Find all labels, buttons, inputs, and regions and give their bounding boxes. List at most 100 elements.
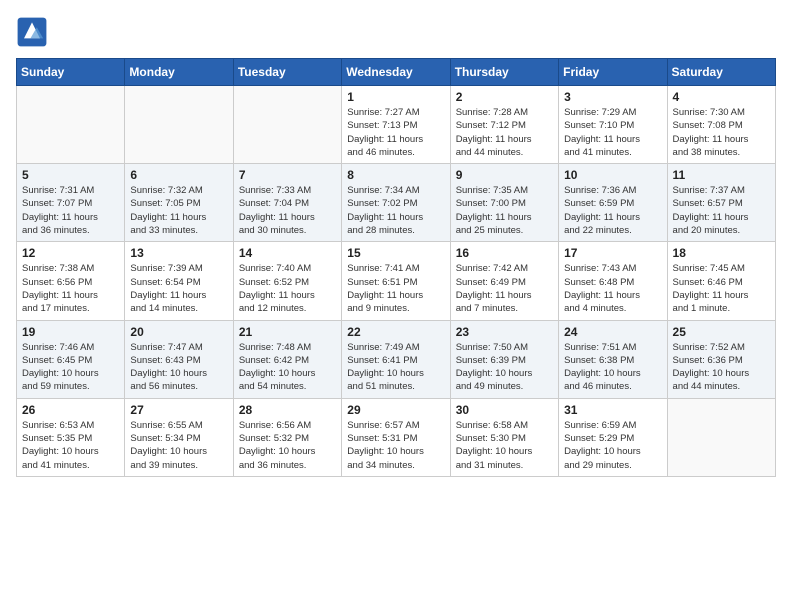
weekday-header-saturday: Saturday [667, 59, 775, 86]
calendar-cell: 29 Sunrise: 6:57 AM Sunset: 5:31 PM Dayli… [342, 398, 450, 476]
calendar-cell: 25 Sunrise: 7:52 AM Sunset: 6:36 PM Dayli… [667, 320, 775, 398]
day-info: Sunrise: 7:49 AM Sunset: 6:41 PM Dayligh… [347, 341, 444, 394]
day-number: 12 [22, 246, 119, 260]
calendar-cell: 1Sunrise: 7:27 AM Sunset: 7:13 PM Daylig… [342, 86, 450, 164]
logo [16, 16, 52, 48]
week-row-1: 1Sunrise: 7:27 AM Sunset: 7:13 PM Daylig… [17, 86, 776, 164]
day-info: Sunrise: 7:52 AM Sunset: 6:36 PM Dayligh… [673, 341, 770, 394]
calendar-cell: 12 Sunrise: 7:38 AM Sunset: 6:56 PM Dayli… [17, 242, 125, 320]
day-info: Sunrise: 6:55 AM Sunset: 5:34 PM Dayligh… [130, 419, 227, 472]
calendar-cell: 22 Sunrise: 7:49 AM Sunset: 6:41 PM Dayli… [342, 320, 450, 398]
weekday-header-sunday: Sunday [17, 59, 125, 86]
calendar-cell: 13 Sunrise: 7:39 AM Sunset: 6:54 PM Dayli… [125, 242, 233, 320]
day-info: Sunrise: 6:56 AM Sunset: 5:32 PM Dayligh… [239, 419, 336, 472]
calendar-cell [17, 86, 125, 164]
calendar-cell: 10 Sunrise: 7:36 AM Sunset: 6:59 PM Dayli… [559, 164, 667, 242]
day-number: 17 [564, 246, 661, 260]
day-number: 15 [347, 246, 444, 260]
week-row-4: 19 Sunrise: 7:46 AM Sunset: 6:45 PM Dayli… [17, 320, 776, 398]
calendar-cell: 2 Sunrise: 7:28 AM Sunset: 7:12 PM Daylig… [450, 86, 558, 164]
weekday-header-wednesday: Wednesday [342, 59, 450, 86]
calendar-cell: 7 Sunrise: 7:33 AM Sunset: 7:04 PM Daylig… [233, 164, 341, 242]
day-info: Sunrise: 6:57 AM Sunset: 5:31 PM Dayligh… [347, 419, 444, 472]
calendar-cell: 5 Sunrise: 7:31 AM Sunset: 7:07 PM Daylig… [17, 164, 125, 242]
calendar-cell: 24Sunrise: 7:51 AM Sunset: 6:38 PM Dayli… [559, 320, 667, 398]
day-number: 18 [673, 246, 770, 260]
day-number: 20 [130, 325, 227, 339]
logo-icon [16, 16, 48, 48]
day-number: 30 [456, 403, 553, 417]
day-number: 14 [239, 246, 336, 260]
day-number: 2 [456, 90, 553, 104]
day-info: Sunrise: 7:41 AM Sunset: 6:51 PM Dayligh… [347, 262, 444, 315]
day-number: 26 [22, 403, 119, 417]
weekday-header-monday: Monday [125, 59, 233, 86]
week-row-2: 5 Sunrise: 7:31 AM Sunset: 7:07 PM Daylig… [17, 164, 776, 242]
day-number: 7 [239, 168, 336, 182]
calendar-cell: 17 Sunrise: 7:43 AM Sunset: 6:48 PM Dayli… [559, 242, 667, 320]
day-number: 19 [22, 325, 119, 339]
calendar-cell [125, 86, 233, 164]
day-number: 16 [456, 246, 553, 260]
day-number: 23 [456, 325, 553, 339]
calendar-cell: 31Sunrise: 6:59 AM Sunset: 5:29 PM Dayli… [559, 398, 667, 476]
weekday-header-row: SundayMondayTuesdayWednesdayThursdayFrid… [17, 59, 776, 86]
day-number: 5 [22, 168, 119, 182]
day-info: Sunrise: 7:42 AM Sunset: 6:49 PM Dayligh… [456, 262, 553, 315]
day-info: Sunrise: 7:36 AM Sunset: 6:59 PM Dayligh… [564, 184, 661, 237]
day-info: Sunrise: 7:29 AM Sunset: 7:10 PM Dayligh… [564, 106, 661, 159]
week-row-5: 26 Sunrise: 6:53 AM Sunset: 5:35 PM Dayli… [17, 398, 776, 476]
day-info: Sunrise: 7:46 AM Sunset: 6:45 PM Dayligh… [22, 341, 119, 394]
day-number: 29 [347, 403, 444, 417]
day-info: Sunrise: 7:31 AM Sunset: 7:07 PM Dayligh… [22, 184, 119, 237]
day-number: 11 [673, 168, 770, 182]
calendar-cell: 26 Sunrise: 6:53 AM Sunset: 5:35 PM Dayli… [17, 398, 125, 476]
calendar-cell: 16 Sunrise: 7:42 AM Sunset: 6:49 PM Dayli… [450, 242, 558, 320]
calendar-cell: 20 Sunrise: 7:47 AM Sunset: 6:43 PM Dayli… [125, 320, 233, 398]
calendar-cell: 19 Sunrise: 7:46 AM Sunset: 6:45 PM Dayli… [17, 320, 125, 398]
calendar-cell: 28 Sunrise: 6:56 AM Sunset: 5:32 PM Dayli… [233, 398, 341, 476]
calendar-cell: 30 Sunrise: 6:58 AM Sunset: 5:30 PM Dayli… [450, 398, 558, 476]
calendar-cell: 6Sunrise: 7:32 AM Sunset: 7:05 PM Daylig… [125, 164, 233, 242]
calendar-cell: 14 Sunrise: 7:40 AM Sunset: 6:52 PM Dayli… [233, 242, 341, 320]
day-number: 25 [673, 325, 770, 339]
calendar-cell: 18Sunrise: 7:45 AM Sunset: 6:46 PM Dayli… [667, 242, 775, 320]
day-info: Sunrise: 7:40 AM Sunset: 6:52 PM Dayligh… [239, 262, 336, 315]
day-number: 3 [564, 90, 661, 104]
day-info: Sunrise: 7:48 AM Sunset: 6:42 PM Dayligh… [239, 341, 336, 394]
weekday-header-tuesday: Tuesday [233, 59, 341, 86]
day-number: 9 [456, 168, 553, 182]
day-number: 22 [347, 325, 444, 339]
calendar-cell: 15 Sunrise: 7:41 AM Sunset: 6:51 PM Dayli… [342, 242, 450, 320]
day-info: Sunrise: 7:34 AM Sunset: 7:02 PM Dayligh… [347, 184, 444, 237]
calendar-cell: 9 Sunrise: 7:35 AM Sunset: 7:00 PM Daylig… [450, 164, 558, 242]
weekday-header-thursday: Thursday [450, 59, 558, 86]
calendar-cell: 4 Sunrise: 7:30 AM Sunset: 7:08 PM Daylig… [667, 86, 775, 164]
day-info: Sunrise: 7:38 AM Sunset: 6:56 PM Dayligh… [22, 262, 119, 315]
day-number: 10 [564, 168, 661, 182]
day-number: 31 [564, 403, 661, 417]
day-number: 4 [673, 90, 770, 104]
day-number: 1 [347, 90, 444, 104]
day-info: Sunrise: 7:43 AM Sunset: 6:48 PM Dayligh… [564, 262, 661, 315]
day-number: 27 [130, 403, 227, 417]
day-info: Sunrise: 7:51 AM Sunset: 6:38 PM Dayligh… [564, 341, 661, 394]
calendar-cell [233, 86, 341, 164]
day-info: Sunrise: 7:47 AM Sunset: 6:43 PM Dayligh… [130, 341, 227, 394]
week-row-3: 12 Sunrise: 7:38 AM Sunset: 6:56 PM Dayli… [17, 242, 776, 320]
calendar-cell: 11Sunrise: 7:37 AM Sunset: 6:57 PM Dayli… [667, 164, 775, 242]
weekday-header-friday: Friday [559, 59, 667, 86]
day-info: Sunrise: 7:28 AM Sunset: 7:12 PM Dayligh… [456, 106, 553, 159]
page-header [16, 16, 776, 48]
day-info: Sunrise: 7:30 AM Sunset: 7:08 PM Dayligh… [673, 106, 770, 159]
day-info: Sunrise: 7:33 AM Sunset: 7:04 PM Dayligh… [239, 184, 336, 237]
day-number: 21 [239, 325, 336, 339]
day-info: Sunrise: 7:39 AM Sunset: 6:54 PM Dayligh… [130, 262, 227, 315]
day-info: Sunrise: 7:35 AM Sunset: 7:00 PM Dayligh… [456, 184, 553, 237]
day-number: 28 [239, 403, 336, 417]
day-number: 13 [130, 246, 227, 260]
calendar-cell [667, 398, 775, 476]
day-number: 6 [130, 168, 227, 182]
day-info: Sunrise: 6:58 AM Sunset: 5:30 PM Dayligh… [456, 419, 553, 472]
day-info: Sunrise: 6:53 AM Sunset: 5:35 PM Dayligh… [22, 419, 119, 472]
